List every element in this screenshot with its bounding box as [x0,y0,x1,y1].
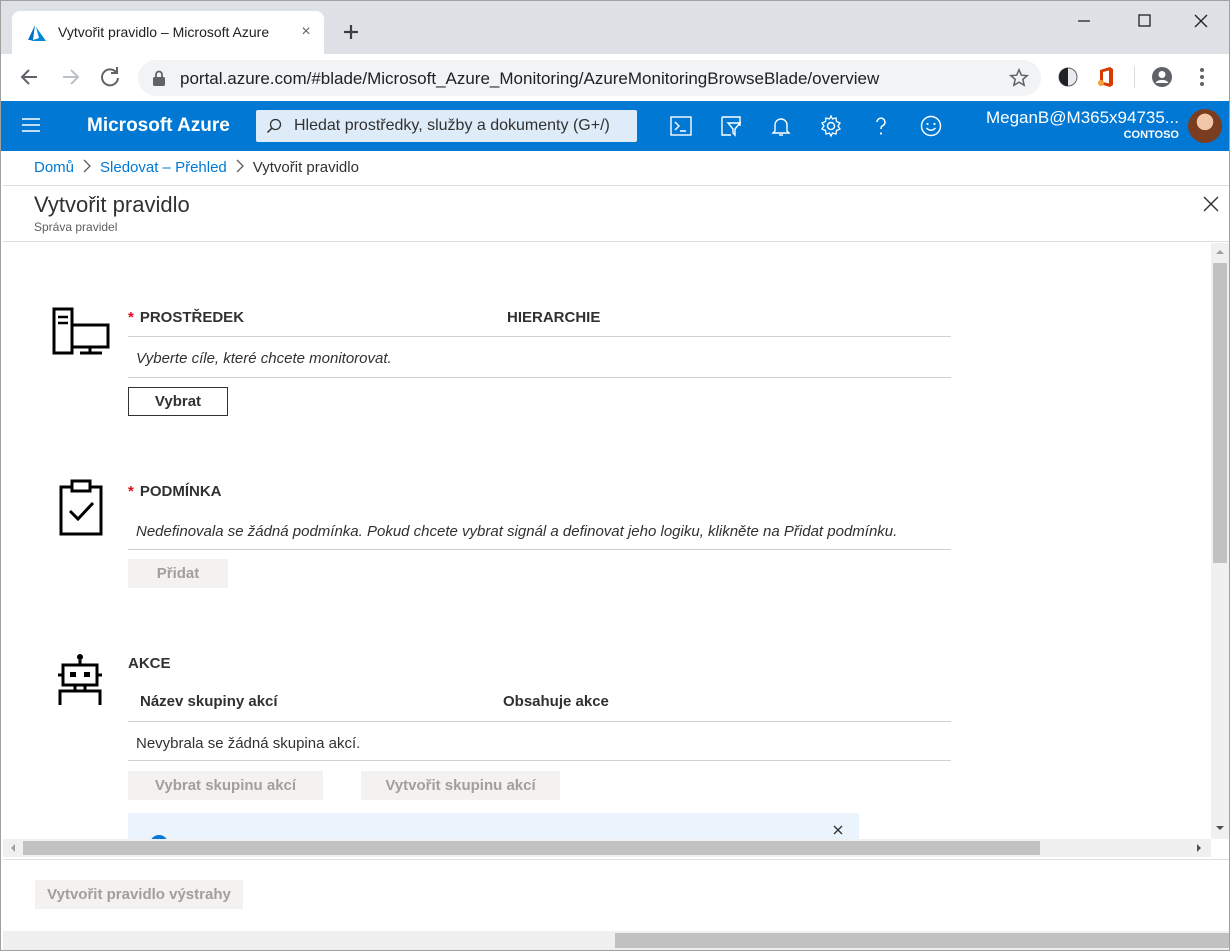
url-text: portal.azure.com/#blade/Microsoft_Azure_… [180,69,880,88]
cloud-shell-icon[interactable] [669,114,693,138]
hamburger-menu-icon[interactable] [21,117,41,133]
notifications-bell-icon[interactable] [769,114,793,138]
global-search-input[interactable]: Hledat prostředky, služby a dokumenty (G… [256,110,637,142]
blade-header: Vytvořit pravidlo Správa pravidel [3,185,1229,242]
page-title: Vytvořit pravidlo [34,192,190,217]
condition-note: Nedefinovala se žádná podmínka. Pokud ch… [136,523,898,540]
extension-contrast-icon[interactable] [1057,66,1079,88]
action-robot-icon [58,654,102,705]
reload-icon[interactable] [97,64,123,90]
chevron-right-icon [230,159,250,176]
page-subtitle: Správa pravidel [34,220,118,234]
address-bar[interactable]: portal.azure.com/#blade/Microsoft_Azure_… [138,60,1041,96]
required-mark: * [128,483,134,500]
window-close-icon[interactable] [1186,9,1216,33]
lock-icon[interactable] [152,70,166,86]
info-banner [128,813,859,839]
toolbar-divider [1134,66,1135,88]
resource-computer-icon [52,307,110,355]
browser-menu-icon[interactable] [1191,66,1213,88]
scroll-left-icon[interactable] [8,843,18,853]
page-horizontal-scrollbar[interactable] [3,931,1229,950]
scroll-down-icon[interactable] [1215,823,1225,833]
divider [128,377,951,378]
vertical-scrollbar[interactable] [1211,243,1229,839]
close-icon[interactable] [1201,194,1221,214]
column-header-contains-actions: Obsahuje akce [503,693,609,710]
select-action-group-button[interactable]: Vybrat skupinu akcí [128,771,323,800]
new-tab-icon[interactable] [339,20,363,44]
vertical-scroll-thumb[interactable] [1213,263,1227,563]
azure-top-bar: Microsoft Azure Hledat prostředky, služb… [1,101,1229,151]
search-placeholder: Hledat prostředky, služby a dokumenty (G… [294,117,610,134]
user-account[interactable]: MeganB@M365x94735... CONTOSO [986,108,1179,142]
user-org: CONTOSO [1123,129,1179,141]
minimize-icon[interactable] [1069,9,1099,33]
hierarchy-header: HIERARCHIE [507,309,601,326]
create-alert-rule-button[interactable]: Vytvořit pravidlo výstrahy [35,880,243,909]
resource-note: Vyberte cíle, které chcete monitorovat. [136,350,392,367]
browser-tab[interactable]: Vytvořit pravidlo – Microsoft Azure × [12,11,324,54]
azure-brand[interactable]: Microsoft Azure [87,115,230,137]
tab-close-icon[interactable]: × [296,22,316,42]
breadcrumb: Domů Sledovat – Přehled Vytvořit pravidl… [34,159,359,176]
actions-title: AKCE [128,655,171,672]
divider [128,760,951,761]
scroll-up-icon[interactable] [1215,247,1225,257]
divider [128,549,951,550]
resource-title-text: PROSTŘEDEK [139,309,245,326]
blade-footer: Vytvořit pravidlo výstrahy [3,859,1229,931]
chevron-right-icon [77,159,97,176]
bookmark-star-icon[interactable] [1009,68,1029,88]
horizontal-scrollbar[interactable] [3,839,1211,857]
search-icon [266,118,282,134]
tab-title: Vytvořit pravidlo – Microsoft Azure [58,24,270,40]
condition-clipboard-check-icon [59,479,103,536]
divider [128,336,951,337]
directory-filter-icon[interactable] [719,114,743,138]
actions-empty-text: Nevybrala se žádná skupina akcí. [136,735,361,752]
extension-office-icon[interactable] [1095,66,1117,88]
settings-gear-icon[interactable] [819,114,843,138]
browser-toolbar: portal.azure.com/#blade/Microsoft_Azure_… [1,54,1229,101]
blade-content: * PROSTŘEDEK HIERARCHIE Vyberte cíle, kte… [3,243,1211,839]
tab-strip: Vytvořit pravidlo – Microsoft Azure × [1,1,1229,54]
column-header-action-group-name: Název skupiny akcí [140,693,278,710]
profile-icon[interactable] [1151,66,1173,88]
maximize-icon[interactable] [1129,9,1159,33]
dismiss-banner-icon[interactable] [833,825,843,835]
condition-title-text: PODMÍNKA [139,483,222,500]
user-name: MeganB@M365x94735... [985,108,1179,127]
horizontal-scroll-thumb[interactable] [23,841,1040,855]
feedback-smiley-icon[interactable] [919,114,943,138]
page-scroll-thumb[interactable] [615,933,1229,948]
divider [128,721,951,722]
help-question-icon[interactable] [869,114,893,138]
select-resource-button[interactable]: Vybrat [128,387,228,416]
azure-logo-icon [28,25,46,41]
avatar[interactable] [1188,109,1222,143]
breadcrumb-monitor-overview[interactable]: Sledovat – Přehled [100,159,227,176]
forward-icon[interactable] [57,64,83,90]
add-condition-button[interactable]: Přidat [128,559,228,588]
breadcrumb-current: Vytvořit pravidlo [252,159,359,176]
browser-window: Vytvořit pravidlo – Microsoft Azure × po… [0,0,1230,951]
create-action-group-button[interactable]: Vytvořit skupinu akcí [361,771,560,800]
scroll-right-icon[interactable] [1194,843,1204,853]
back-icon[interactable] [17,64,43,90]
resource-title: * PROSTŘEDEK [128,309,244,326]
condition-title: * PODMÍNKA [128,483,222,500]
required-mark: * [128,309,134,326]
breadcrumb-home[interactable]: Domů [34,159,74,176]
